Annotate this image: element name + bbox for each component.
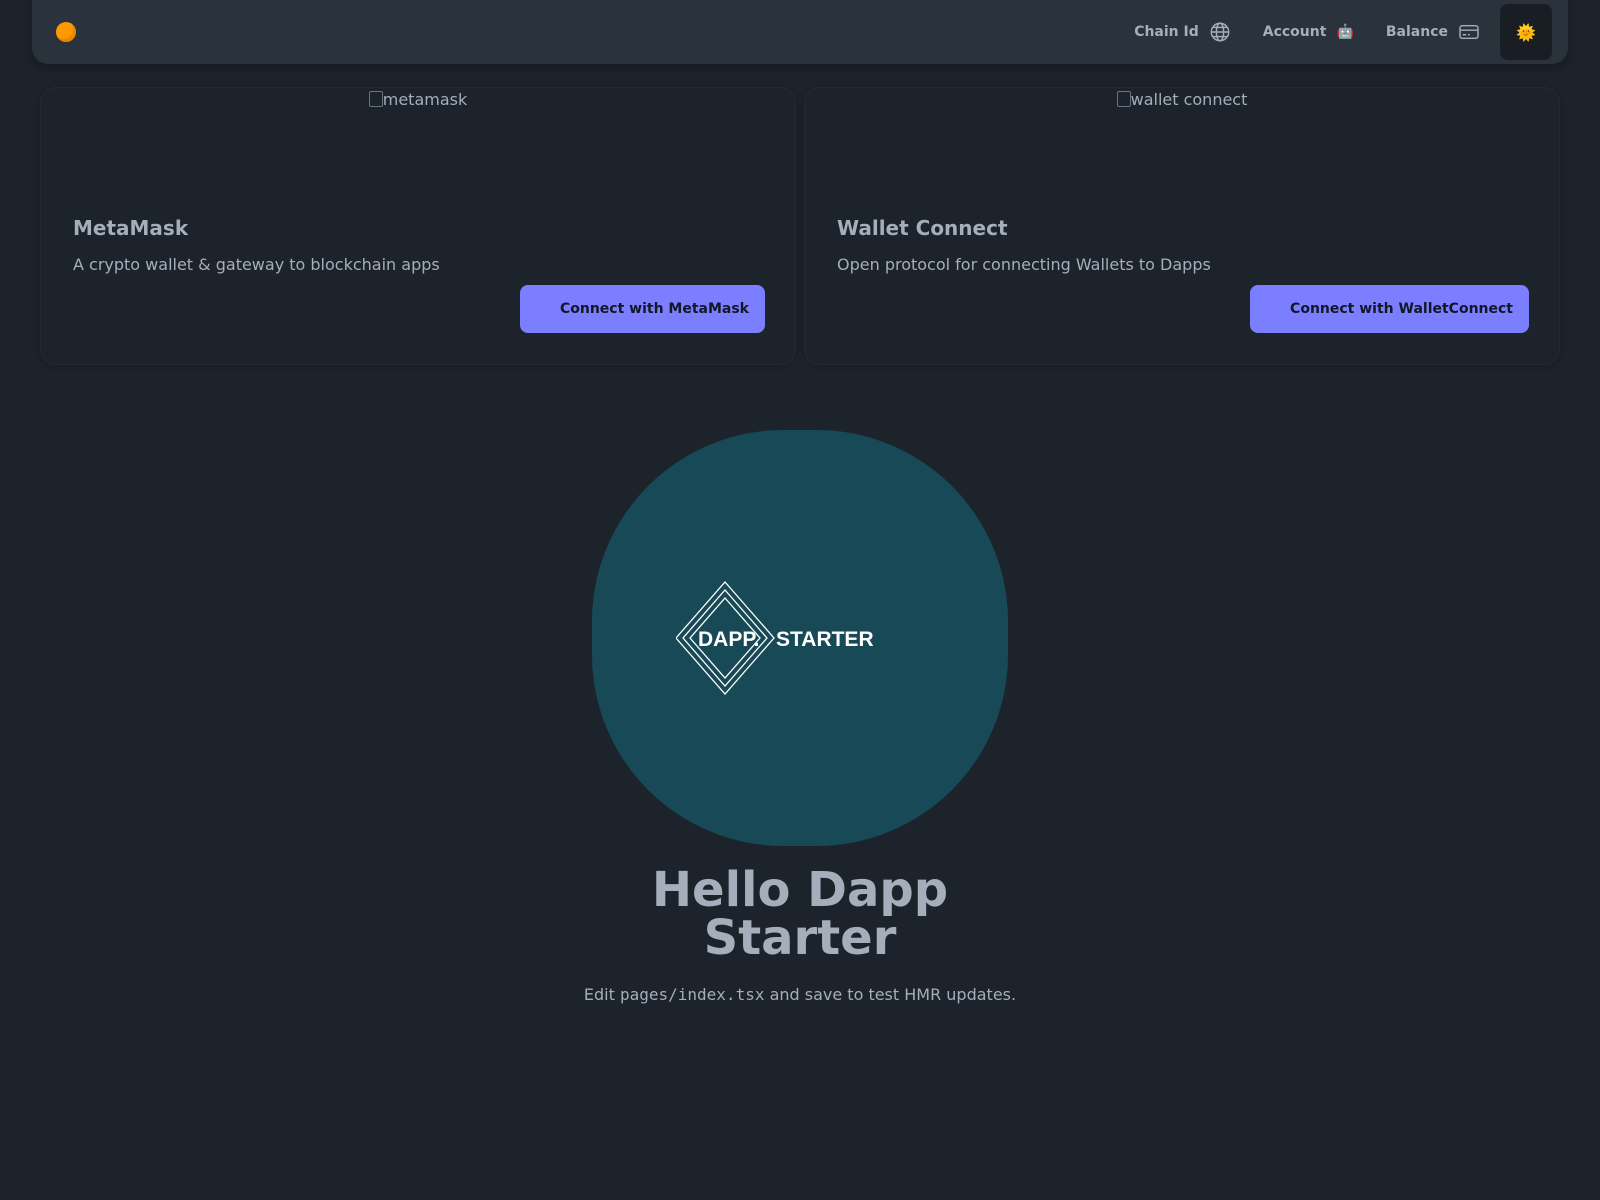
- page-title-line-2: Starter: [703, 910, 897, 966]
- walletconnect-image: wallet connect: [805, 90, 1559, 109]
- card-title: Wallet Connect: [837, 216, 1008, 240]
- orange-circle-icon[interactable]: [56, 22, 76, 42]
- metamask-card: metamask MetaMask A crypto wallet & gate…: [40, 87, 796, 365]
- edit-instructions: Edit pages/index.tsx and save to test HM…: [0, 985, 1600, 1004]
- balance-label: Balance: [1385, 24, 1448, 40]
- chain-id-label: Chain Id: [1134, 24, 1199, 40]
- page-title-line-1: Hello Dapp: [651, 862, 949, 918]
- edit-prefix: Edit: [583, 985, 615, 1004]
- chain-id-button[interactable]: Chain Id: [1118, 8, 1247, 56]
- balance-button[interactable]: Balance: [1370, 8, 1496, 56]
- sun-icon: 🌞: [1516, 22, 1536, 42]
- connect-walletconnect-button[interactable]: Connect with WalletConnect: [1250, 285, 1529, 333]
- theme-toggle-button[interactable]: 🌞: [1500, 4, 1552, 60]
- edit-code: pages/index.tsx: [619, 985, 765, 1004]
- metamask-image: metamask: [41, 90, 795, 109]
- broken-image-icon: [368, 91, 383, 107]
- card-title: MetaMask: [73, 216, 189, 240]
- navbar-menu: Chain Id Account 🤖 Balance 🌞: [1118, 0, 1552, 64]
- card-description: Open protocol for connecting Wallets to …: [837, 255, 1211, 274]
- dapp-starter-logo: DAPP. STARTER: [676, 581, 874, 695]
- edit-suffix: and save to test HMR updates.: [769, 985, 1017, 1004]
- card-description: A crypto wallet & gateway to blockchain …: [73, 255, 440, 274]
- logo-text-right: STARTER: [776, 628, 874, 651]
- metamask-image-alt: metamask: [382, 90, 468, 109]
- walletconnect-image-alt: wallet connect: [1130, 90, 1248, 109]
- robot-icon: 🤖: [1336, 24, 1354, 40]
- globe-icon: [1210, 22, 1230, 42]
- walletconnect-card: wallet connect Wallet Connect Open proto…: [804, 87, 1560, 365]
- logo-text-left: DAPP.: [698, 628, 759, 651]
- credit-card-icon: [1459, 24, 1479, 40]
- account-button[interactable]: Account 🤖: [1247, 8, 1370, 56]
- page-title: Hello Dapp Starter: [0, 866, 1600, 962]
- broken-image-icon: [1116, 91, 1131, 107]
- account-label: Account: [1262, 24, 1327, 40]
- navbar: Chain Id Account 🤖 Balance 🌞: [32, 0, 1568, 64]
- connect-metamask-button[interactable]: Connect with MetaMask: [519, 285, 765, 333]
